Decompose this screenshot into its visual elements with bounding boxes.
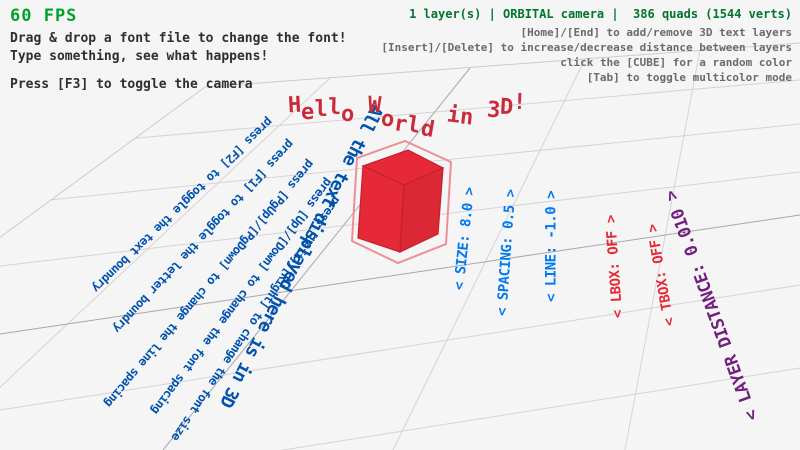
help-layer-distance: [Insert]/[Delete] to increase/decrease d… <box>381 40 792 55</box>
wave-text-hello-world: Hello World in 3D! <box>288 88 527 113</box>
tip-toggle-camera: Press [F3] to toggle the camera <box>10 77 253 92</box>
tip-drag-drop-font: Drag & drop a font file to change the fo… <box>10 31 347 46</box>
tip-type-something: Type something, see what happens! <box>10 49 268 64</box>
help-layers: [Home]/[End] to add/remove 3D text layer… <box>381 25 792 40</box>
fps-counter: 60 FPS <box>10 6 77 26</box>
raylib-3d-text-viewport[interactable]: All the text displayed here is in 3D pre… <box>0 0 800 450</box>
option-line-value: < LINE: -1.0 > <box>543 191 559 302</box>
help-multicolor: [Tab] to toggle multicolor mode <box>381 70 792 85</box>
status-line: 1 layer(s) | ORBITAL camera | 386 quads … <box>381 7 792 21</box>
hud-right-panel: 1 layer(s) | ORBITAL camera | 386 quads … <box>381 7 792 85</box>
cube[interactable] <box>352 141 451 263</box>
help-cube-color: click the [CUBE] for a random color <box>381 55 792 70</box>
